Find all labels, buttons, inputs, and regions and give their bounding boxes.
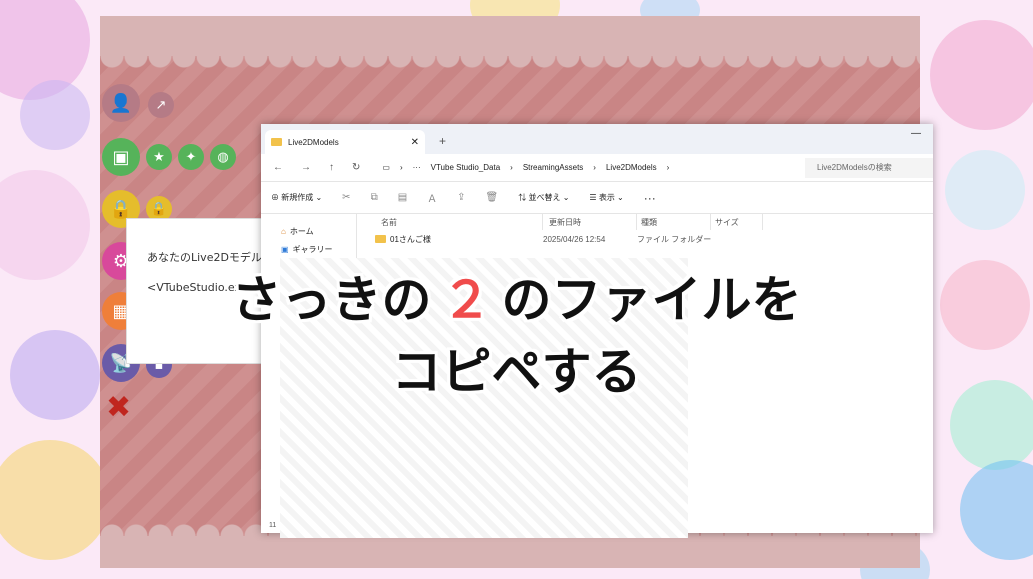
cut-icon[interactable]: ✂: [342, 192, 350, 203]
forward-icon[interactable]: →: [301, 162, 311, 173]
nav-gallery-label: ギャラリー: [292, 244, 333, 254]
paste-icon[interactable]: ▤: [398, 192, 407, 203]
caption-line-2: コピペする: [391, 343, 642, 401]
top-scallop: [100, 56, 920, 80]
refresh-icon[interactable]: ↻: [352, 162, 360, 173]
navigation-bar: ← → ↑ ↻ ▭ › ··· VTube Studio_Data › Stre…: [261, 154, 933, 182]
sort-label: 並べ替え: [528, 193, 561, 202]
new-label: 新規作成: [281, 193, 314, 202]
more-options-icon[interactable]: ···: [644, 191, 656, 205]
column-date[interactable]: 更新日時: [543, 214, 637, 230]
rename-icon[interactable]: Ａ: [427, 190, 437, 205]
more-icon[interactable]: ···: [413, 163, 421, 172]
row-date: 2025/04/26 12:54: [543, 234, 606, 244]
folder-icon: [375, 235, 386, 243]
breadcrumb-item-vtube-studio-data[interactable]: VTube Studio_Data: [431, 163, 501, 172]
minimize-icon[interactable]: —: [911, 128, 921, 139]
column-headers: 名前 更新日時 種類 サイズ: [357, 214, 933, 230]
chevron-right-icon: ›: [593, 163, 596, 172]
tab-live2dmodels[interactable]: Live2DModels ✕: [265, 130, 425, 154]
app-bottom-border: [100, 536, 920, 568]
delete-icon[interactable]: 🗑: [486, 192, 499, 203]
command-bar: ⊕ 新規作成 ⌄ ✂ ⧉ ▤ Ａ ⇪ 🗑 ⇅ 並べ替え ⌄ ☰ 表示 ⌄ ···: [261, 182, 933, 214]
nav-item-gallery[interactable]: ▣ ギャラリー: [281, 240, 356, 258]
caption-line-1-a: さっきの: [231, 271, 432, 329]
monitor-icon[interactable]: ▭: [382, 163, 390, 172]
folder-icon: [271, 138, 282, 146]
breadcrumb-item-live2dmodels[interactable]: Live2DModels: [606, 163, 657, 172]
share-icon[interactable]: ↗: [148, 92, 174, 118]
status-count: 11: [269, 522, 277, 529]
table-row[interactable]: 01さんご様 2025/04/26 12:54 ファイル フォルダー: [357, 230, 933, 248]
nav-home-label: ホーム: [289, 226, 314, 236]
sort-button[interactable]: ⇅ 並べ替え ⌄: [518, 192, 569, 203]
up-icon[interactable]: ↑: [329, 162, 334, 173]
gallery-icon: ▣: [281, 244, 289, 254]
star-group-icon[interactable]: ✦: [178, 144, 204, 170]
chevron-right-icon: ›: [510, 163, 513, 172]
view-label: 表示: [598, 193, 615, 202]
row-type: ファイル フォルダー: [637, 234, 712, 244]
column-size[interactable]: サイズ: [711, 214, 763, 230]
column-type[interactable]: 種類: [637, 214, 711, 230]
tab-title: Live2DModels: [288, 137, 339, 147]
copy-icon[interactable]: ⧉: [371, 192, 378, 203]
new-button[interactable]: ⊕ 新規作成 ⌄: [271, 192, 322, 203]
search-placeholder: Live2DModelsの検索: [817, 163, 892, 172]
chevron-right-icon: ›: [666, 163, 670, 172]
breadcrumb: ▭ › ··· VTube Studio_Data › StreamingAss…: [382, 163, 772, 172]
back-icon[interactable]: ←: [273, 162, 283, 173]
star-icon[interactable]: ★: [146, 144, 172, 170]
new-tab-icon[interactable]: +: [439, 134, 446, 148]
caption-number: ２: [441, 271, 492, 329]
breadcrumb-item-streamingassets[interactable]: StreamingAssets: [523, 163, 583, 172]
share-file-icon[interactable]: ⇪: [457, 192, 465, 203]
image-icon[interactable]: ▣: [102, 138, 140, 176]
column-name[interactable]: 名前: [357, 214, 543, 230]
tab-bar: Live2DModels ✕ + —: [261, 124, 933, 154]
globe-icon[interactable]: ◍: [210, 144, 236, 170]
caption-line-1: さっきの ２ のファイルを: [0, 260, 1033, 332]
chevron-right-icon: ›: [399, 163, 403, 172]
view-button[interactable]: ☰ 表示 ⌄: [589, 192, 623, 203]
home-icon: ⌂: [281, 226, 286, 236]
nav-item-home[interactable]: ⌂ ホーム: [281, 222, 356, 240]
search-input[interactable]: Live2DModelsの検索: [805, 157, 933, 178]
user-icon[interactable]: 👤: [102, 84, 140, 122]
row-name: 01さんご様: [390, 234, 431, 244]
close-tab-icon[interactable]: ✕: [411, 137, 419, 148]
caption-line-1-b: のファイルを: [501, 271, 802, 329]
app-top-border: [100, 16, 920, 56]
